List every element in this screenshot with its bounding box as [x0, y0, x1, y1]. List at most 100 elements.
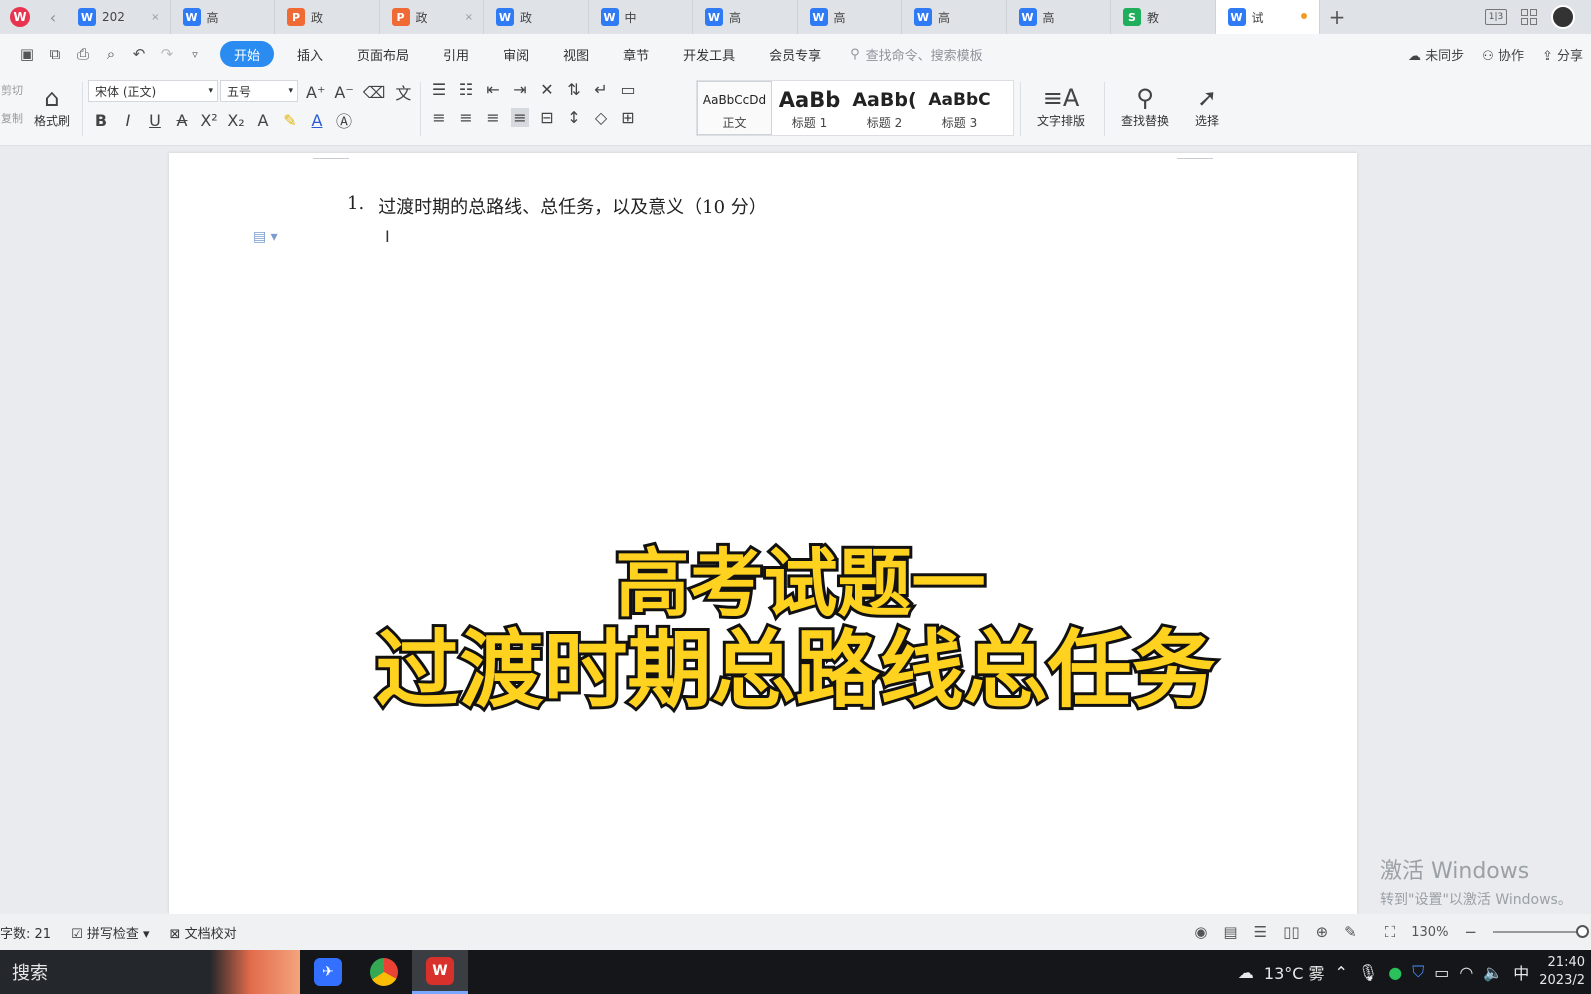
zoom-out-icon[interactable]: − — [1464, 923, 1477, 941]
document-tab[interactable]: W高 — [1007, 0, 1111, 34]
numbered-list-icon[interactable]: ☷ — [457, 80, 475, 99]
close-icon[interactable]: × — [151, 12, 159, 23]
save-icon[interactable]: ▣ — [18, 45, 36, 63]
export-icon[interactable]: ⧉ — [46, 45, 64, 63]
underline-icon[interactable]: U — [146, 111, 164, 130]
spell-check-button[interactable]: ☑ 拼写检查 ▾ — [71, 923, 149, 942]
increase-indent-icon[interactable]: ⇥ — [511, 80, 529, 99]
word-count[interactable]: 字数: 21 — [0, 923, 51, 942]
grow-font-icon[interactable]: A⁺ — [306, 83, 325, 102]
style-item[interactable]: AaBbC 标题 3 — [922, 81, 997, 135]
document-tab[interactable]: W高 — [902, 0, 1007, 34]
document-tab[interactable]: W试 — [1215, 0, 1320, 34]
document-tab[interactable]: W政 — [484, 0, 589, 34]
new-tab-plus-icon[interactable]: + — [1320, 0, 1354, 34]
clock[interactable]: 21:40 2023/2 — [1539, 954, 1585, 990]
ribbon-tab[interactable]: 插入 — [280, 41, 340, 67]
eye-protect-icon[interactable]: ◉ — [1194, 923, 1207, 941]
close-icon[interactable]: × — [465, 12, 473, 23]
layout-switch-icon[interactable]: 1|3 — [1485, 9, 1507, 25]
command-search[interactable]: ⚲ 查找命令、搜索模板 — [850, 45, 983, 64]
fit-page-icon[interactable]: ⛶ — [1385, 923, 1396, 941]
back-arrow-icon[interactable]: ‹ — [40, 0, 66, 34]
document-tab[interactable]: P 政 × — [380, 0, 484, 34]
justify-icon[interactable]: ≡ — [511, 108, 529, 127]
italic-icon[interactable]: I — [119, 111, 137, 130]
microphone-icon[interactable]: 🎙 — [1358, 963, 1378, 982]
style-item[interactable]: AaBb 标题 1 — [772, 81, 847, 135]
sort-icon[interactable]: ⇅ — [565, 80, 583, 99]
decrease-indent-icon[interactable]: ⇤ — [484, 80, 502, 99]
ribbon-tab[interactable]: 会员专享 — [752, 41, 838, 67]
zoom-slider-thumb[interactable] — [1576, 925, 1589, 938]
zoom-value[interactable]: 130% — [1411, 925, 1448, 940]
bullet-list-icon[interactable]: ☰ — [430, 80, 448, 99]
redo-icon[interactable]: ↷ — [158, 45, 176, 63]
phonetic-guide-icon[interactable]: 文 — [394, 80, 412, 104]
text-effect-icon[interactable]: A — [254, 111, 272, 130]
text-layout-button[interactable]: ≡A 文字排版 — [1026, 78, 1096, 134]
zoom-slider[interactable] — [1493, 925, 1589, 938]
paragraph-options-icon[interactable]: ▤ ▾ — [253, 229, 278, 245]
web-view-icon[interactable]: ⊕ — [1316, 923, 1329, 941]
format-painter-button[interactable]: ⌂ 格式刷 — [28, 78, 76, 134]
clear-format-icon[interactable]: ⌫ — [363, 83, 386, 102]
collaborate-button[interactable]: ⚇ 协作 — [1482, 45, 1524, 64]
taskbar-app-wps[interactable]: W — [412, 950, 468, 994]
style-item[interactable]: AaBbCcDd 正文 — [697, 81, 772, 135]
reading-view-icon[interactable]: ▯▯ — [1283, 923, 1300, 941]
cut-button[interactable]: 剪切 — [1, 82, 23, 98]
battery-icon[interactable]: ▭ — [1434, 963, 1449, 982]
line-spacing-icon[interactable]: ↕ — [565, 108, 583, 127]
table-lines-icon[interactable]: ▭ — [619, 80, 637, 99]
shading-icon[interactable]: ◇ — [592, 108, 610, 127]
ribbon-tab[interactable]: 页面布局 — [340, 41, 426, 67]
print-preview-icon[interactable]: ⌕ — [102, 45, 120, 63]
document-tab[interactable]: W 202 × — [66, 0, 171, 34]
document-tab[interactable]: W高 — [693, 0, 798, 34]
copy-button[interactable]: 复制 — [1, 110, 23, 126]
taskbar-app-chrome[interactable] — [356, 950, 412, 994]
wechat-icon[interactable]: ● — [1388, 963, 1402, 982]
page-view-icon[interactable]: ▤ — [1223, 923, 1237, 941]
weather-cloud-icon[interactable]: ☁ — [1238, 963, 1254, 982]
font-name-select[interactable]: 宋体 (正文) ▾ — [88, 80, 218, 102]
app-grid-icon[interactable] — [1521, 9, 1537, 25]
ribbon-tab[interactable]: 章节 — [606, 41, 666, 67]
distributed-icon[interactable]: ⊟ — [538, 108, 556, 127]
select-button[interactable]: ➚ 选择 — [1184, 78, 1230, 134]
shrink-font-icon[interactable]: A⁻ — [334, 83, 353, 102]
wifi-icon[interactable]: ◠ — [1459, 963, 1473, 982]
superscript-icon[interactable]: X² — [200, 111, 218, 130]
strikethrough-icon[interactable]: A — [173, 111, 191, 130]
print-icon[interactable]: ⎙ — [74, 45, 92, 63]
char-border-icon[interactable]: Ⓐ — [335, 108, 353, 132]
customize-dropdown-icon[interactable]: ▿ — [186, 48, 204, 61]
tray-expand-icon[interactable]: ⌃ — [1335, 963, 1348, 982]
doc-proof-button[interactable]: ⊠ 文档校对 — [170, 923, 237, 942]
ime-indicator[interactable]: 中 — [1513, 960, 1529, 984]
find-replace-button[interactable]: ⚲ 查找替换 — [1110, 78, 1180, 134]
pen-icon[interactable]: ✎ — [1344, 923, 1357, 941]
document-tab[interactable]: W高 — [171, 0, 275, 34]
security-shield-icon[interactable]: ⛉ — [1412, 962, 1424, 982]
question-line[interactable]: 1. 过渡时期的总路线、总任务，以及意义（10 分） — [347, 193, 767, 219]
borders-icon[interactable]: ⊞ — [619, 108, 637, 127]
user-avatar[interactable] — [1551, 5, 1575, 29]
align-right-icon[interactable]: ≡ — [484, 108, 502, 127]
ribbon-tab[interactable]: 开始 — [220, 41, 275, 67]
outline-view-icon[interactable]: ☰ — [1254, 923, 1267, 941]
font-color-icon[interactable]: A — [308, 111, 326, 130]
document-tab[interactable]: W高 — [798, 0, 902, 34]
bold-icon[interactable]: B — [92, 111, 110, 130]
subscript-icon[interactable]: X₂ — [227, 111, 245, 130]
document-tab[interactable]: S教 — [1111, 0, 1216, 34]
document-tab[interactable]: P政 — [275, 0, 380, 34]
ribbon-tab[interactable]: 审阅 — [486, 41, 546, 67]
show-marks-icon[interactable]: ↵ — [592, 80, 610, 99]
document-page[interactable]: ▤ ▾ 1. 过渡时期的总路线、总任务，以及意义（10 分） I — [169, 153, 1357, 914]
share-button[interactable]: ⇪ 分享 — [1542, 45, 1583, 64]
align-left-icon[interactable]: ≡ — [430, 108, 448, 127]
align-center-icon[interactable]: ≡ — [457, 108, 475, 127]
weather-text[interactable]: 13°C 雾 — [1264, 960, 1325, 984]
